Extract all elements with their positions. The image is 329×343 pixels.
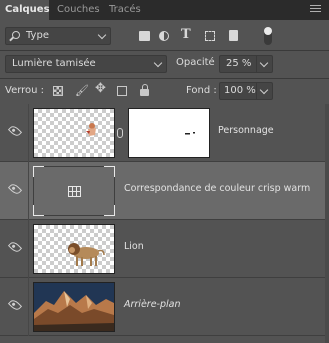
- selection-corner: [104, 166, 115, 177]
- layer-mask-thumbnail[interactable]: [128, 108, 210, 158]
- layer-row-color-lookup[interactable]: Correspondance de couleur crisp warm: [0, 162, 329, 220]
- search-icon: [12, 31, 20, 39]
- selection-corner: [104, 205, 115, 216]
- layer-row-personnage[interactable]: Personnage: [0, 104, 329, 162]
- lock-all-icon[interactable]: [140, 84, 149, 96]
- blend-mode-select[interactable]: Lumière tamisée: [5, 55, 167, 73]
- visibility-column: [0, 104, 29, 162]
- fill-value: 100 %: [224, 85, 256, 96]
- layers-scrollbar[interactable]: [325, 104, 329, 343]
- layer-thumbnail[interactable]: [33, 224, 115, 274]
- layer-name[interactable]: Lion: [124, 241, 144, 252]
- tab-couches[interactable]: Couches: [53, 0, 101, 20]
- visibility-column: [0, 162, 29, 220]
- adjustment-thumbnail[interactable]: [33, 166, 115, 216]
- lock-label: Verrou :: [5, 85, 45, 96]
- selection-corner: [33, 166, 44, 177]
- lock-artboard-icon[interactable]: [117, 86, 127, 96]
- eye-icon[interactable]: [7, 123, 23, 139]
- tab-calques[interactable]: Calques: [0, 0, 50, 20]
- eye-icon[interactable]: [7, 181, 23, 197]
- eye-icon[interactable]: [7, 297, 23, 313]
- blend-mode-value: Lumière tamisée: [12, 58, 96, 69]
- lock-image-pixels-icon[interactable]: 🖌: [75, 85, 89, 96]
- lion-figure: [68, 243, 105, 266]
- tab-traces[interactable]: Tracés: [105, 0, 145, 20]
- opacity-value: 25 %: [226, 58, 252, 69]
- divider: [0, 50, 329, 51]
- panel-tab-bar: Calques Couches Tracés: [0, 0, 329, 20]
- visibility-column: [0, 278, 29, 336]
- chevron-down-icon: [97, 30, 107, 40]
- layers-list: Personnage Correspondance de couleur cri…: [0, 104, 329, 343]
- mask-shape: [185, 132, 195, 135]
- layer-name[interactable]: Correspondance de couleur crisp warm: [124, 183, 310, 194]
- layer-thumbnail[interactable]: [33, 282, 115, 332]
- chevron-down-icon: [153, 58, 163, 68]
- lock-transparent-pixels-icon[interactable]: [53, 86, 63, 96]
- panel-menu-icon[interactable]: [310, 5, 321, 14]
- visibility-column: [0, 220, 29, 278]
- color-lookup-icon: [68, 186, 81, 197]
- fill-field[interactable]: 100 %: [219, 82, 273, 100]
- divider: [256, 83, 257, 99]
- character-figure: [86, 123, 96, 136]
- opacity-field[interactable]: 25 %: [219, 55, 273, 73]
- layer-name[interactable]: Arrière-plan: [124, 299, 181, 310]
- lock-position-icon[interactable]: ✥: [95, 82, 106, 95]
- link-icon[interactable]: [117, 128, 123, 138]
- fill-label: Fond :: [186, 85, 217, 96]
- layer-filter-select[interactable]: Type: [5, 27, 111, 45]
- layer-thumbnail[interactable]: [33, 108, 115, 158]
- chevron-down-icon[interactable]: [259, 58, 269, 68]
- type-filter-icon[interactable]: T: [181, 28, 191, 41]
- image-filter-icon[interactable]: [139, 31, 150, 41]
- filter-toggle[interactable]: [264, 27, 272, 45]
- layer-row-background[interactable]: Arrière-plan: [0, 278, 329, 336]
- eye-icon[interactable]: [7, 239, 23, 255]
- divider: [256, 56, 257, 72]
- layer-row-lion[interactable]: Lion: [0, 220, 329, 278]
- adjustment-filter-icon[interactable]: [159, 31, 169, 41]
- filter-kind-label: Type: [26, 30, 49, 41]
- landscape-image: [34, 283, 114, 331]
- opacity-label: Opacité :: [176, 57, 222, 68]
- shape-filter-icon[interactable]: [205, 31, 215, 41]
- smart-object-filter-icon[interactable]: [229, 30, 238, 41]
- layer-name[interactable]: Personnage: [218, 125, 274, 136]
- divider: [0, 78, 329, 79]
- selection-corner: [33, 205, 44, 216]
- chevron-down-icon[interactable]: [259, 85, 269, 95]
